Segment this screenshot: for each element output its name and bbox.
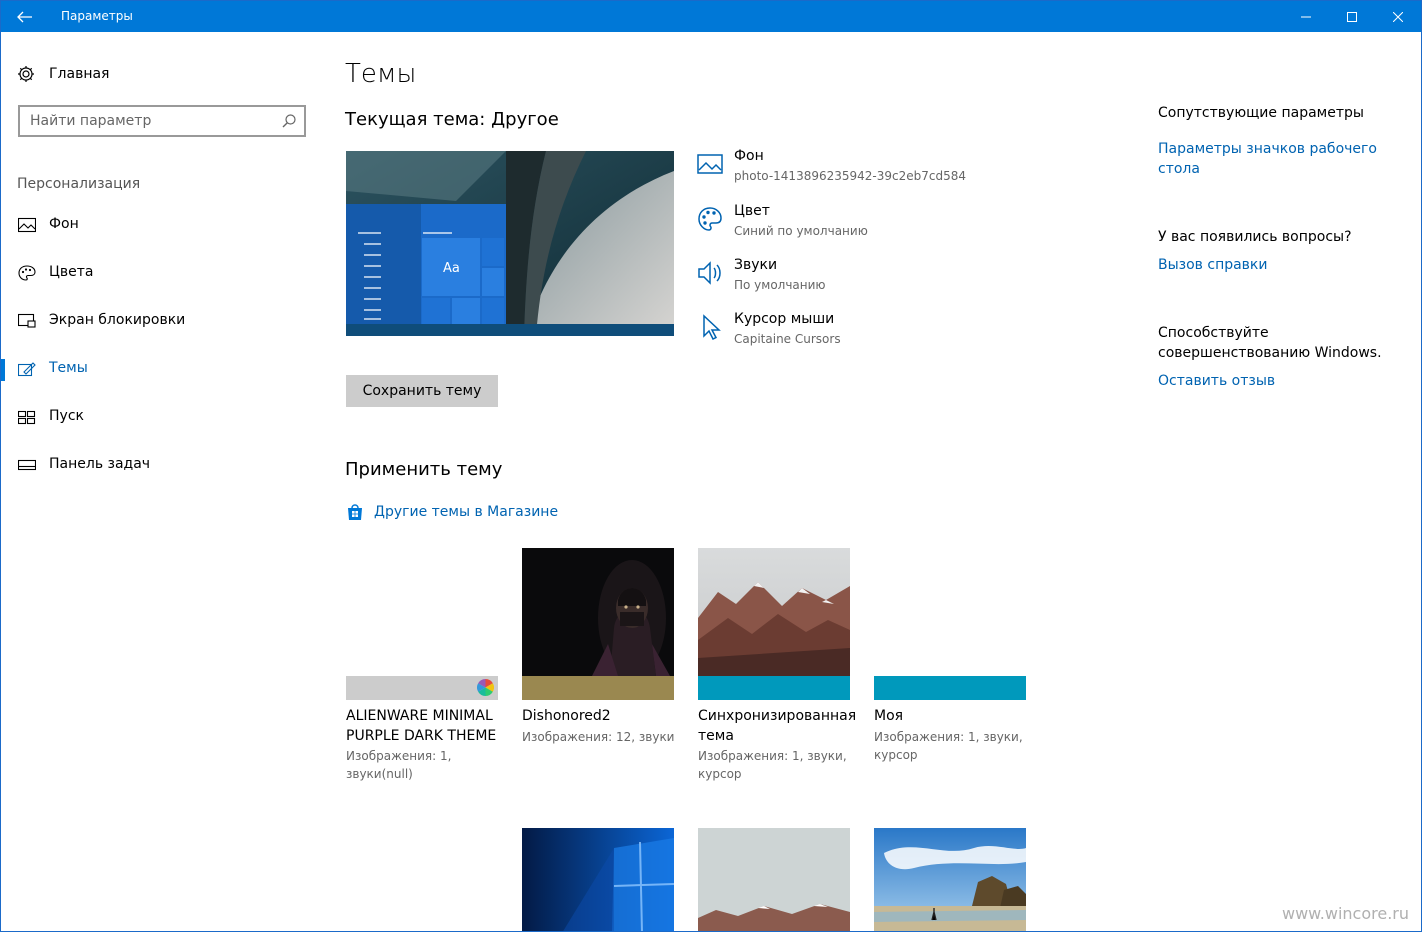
preview-sample-text: Aa: [443, 261, 460, 276]
lock-screen-icon: [18, 313, 36, 328]
sidebar-item-label: Панель задач: [49, 456, 151, 472]
related-settings-heading: Сопутствующие параметры: [1158, 105, 1364, 121]
windows-image: [522, 828, 674, 931]
property-value: По умолчанию: [734, 278, 826, 292]
theme-color-bar: [874, 676, 1026, 700]
store-themes-link[interactable]: Другие темы в Магазине: [346, 503, 558, 521]
color-wheel-icon: [477, 679, 494, 696]
sidebar-item-label: Фон: [49, 216, 79, 232]
search-icon: [282, 114, 296, 128]
window-title: Параметры: [61, 9, 133, 23]
close-button[interactable]: [1375, 1, 1421, 32]
picture-icon: [697, 154, 723, 174]
taskbar-icon: [18, 459, 36, 471]
property-value: Синий по умолчанию: [734, 224, 868, 238]
mountains-image: [698, 828, 850, 931]
sidebar-item-taskbar[interactable]: Панель задач: [1, 447, 321, 483]
current-theme-heading: Текущая тема: Другое: [345, 109, 559, 130]
start-icon: [18, 410, 36, 425]
maximize-icon: [1347, 11, 1357, 22]
store-link-label: Другие темы в Магазине: [374, 504, 559, 520]
theme-name: Синхронизированная тема: [698, 708, 857, 744]
property-value: photo-1413896235942-39c2eb7cd584: [734, 169, 967, 183]
minimize-icon: [1301, 16, 1311, 17]
maximize-button[interactable]: [1329, 1, 1375, 32]
dishonored-image: [522, 548, 674, 676]
mountains-image: [698, 548, 850, 676]
theme-description: Изображения: 1, звуки, курсор: [874, 730, 1023, 762]
theme-tile-mountains-2[interactable]: [698, 828, 850, 931]
store-icon: [348, 504, 362, 520]
minimize-button[interactable]: [1283, 1, 1329, 32]
search-input[interactable]: Найти параметр: [30, 113, 151, 129]
sidebar-item-colors[interactable]: Цвета: [1, 255, 321, 291]
theme-color-bar: [346, 676, 498, 700]
property-background[interactable]: Фон photo-1413896235942-39c2eb7cd584: [696, 146, 1016, 194]
theme-name: Моя: [874, 708, 904, 724]
beach-image: [874, 828, 1026, 931]
cursor-icon: [703, 314, 721, 341]
theme-preview: Aa: [346, 151, 674, 336]
feedback-link[interactable]: Оставить отзыв: [1158, 371, 1275, 391]
palette-icon: [698, 207, 722, 231]
theme-thumbnail: [698, 548, 850, 700]
improve-heading: Способствуйте совершенствованию Windows.: [1158, 325, 1382, 361]
theme-name: Dishonored2: [522, 708, 611, 724]
theme-description: Изображения: 1, звуки(null): [346, 749, 452, 781]
settings-window: Параметры Главная Найти параметр Персона…: [0, 0, 1422, 932]
theme-color-bar: [698, 676, 850, 700]
close-icon: [1393, 11, 1403, 22]
back-button[interactable]: [1, 1, 49, 32]
section-label: Персонализация: [17, 176, 141, 192]
themes-icon: [18, 362, 36, 377]
theme-name: ALIENWARE MINIMAL PURPLE DARK THEME: [346, 708, 497, 744]
theme-preview-image: [346, 151, 674, 336]
property-cursor[interactable]: Курсор мыши Capitaine Cursors: [696, 309, 1016, 357]
sidebar-item-themes[interactable]: Темы: [1, 351, 321, 387]
theme-thumbnail: [346, 548, 498, 700]
theme-color-bar: [522, 676, 674, 700]
theme-description: Изображения: 12, звуки: [522, 730, 675, 744]
title-bar: Параметры: [1, 1, 1421, 32]
property-name: Цвет: [734, 203, 770, 219]
desktop-icons-link[interactable]: Параметры значков рабочего стола: [1158, 139, 1388, 179]
picture-icon: [18, 217, 36, 233]
palette-icon: [18, 265, 36, 281]
sidebar-home[interactable]: Главная: [17, 61, 307, 87]
sidebar-item-label: Цвета: [49, 264, 94, 280]
theme-tile-windows[interactable]: [522, 828, 674, 931]
theme-description: Изображения: 1, звуки, курсор: [698, 749, 847, 781]
sidebar-item-lock-screen[interactable]: Экран блокировки: [1, 303, 321, 339]
sidebar-item-label: Пуск: [49, 408, 84, 424]
save-theme-button[interactable]: Сохранить тему: [346, 375, 498, 407]
theme-thumbnail: [522, 548, 674, 700]
watermark: www.wincore.ru: [1281, 904, 1409, 923]
questions-heading: У вас появились вопросы?: [1158, 229, 1352, 245]
property-name: Фон: [734, 148, 764, 164]
page-title: Темы: [345, 59, 417, 89]
apply-theme-heading: Применить тему: [345, 459, 503, 480]
property-name: Курсор мыши: [734, 311, 835, 327]
theme-thumbnail: [874, 548, 1026, 700]
help-link[interactable]: Вызов справки: [1158, 255, 1268, 275]
sidebar-item-start[interactable]: Пуск: [1, 399, 321, 435]
property-sounds[interactable]: Звуки По умолчанию: [696, 255, 1016, 303]
theme-tile-beach[interactable]: [874, 828, 1026, 931]
property-color[interactable]: Цвет Синий по умолчанию: [696, 201, 1016, 249]
sidebar-home-label: Главная: [49, 66, 110, 82]
sidebar-item-background[interactable]: Фон: [1, 207, 321, 243]
speaker-icon: [698, 261, 721, 285]
search-box[interactable]: Найти параметр: [18, 105, 306, 137]
sidebar-item-label: Темы: [49, 360, 88, 376]
gear-icon: [18, 66, 34, 82]
property-value: Capitaine Cursors: [734, 332, 841, 346]
back-arrow-icon: [17, 11, 32, 22]
property-name: Звуки: [734, 257, 778, 273]
sidebar-item-label: Экран блокировки: [49, 312, 186, 328]
